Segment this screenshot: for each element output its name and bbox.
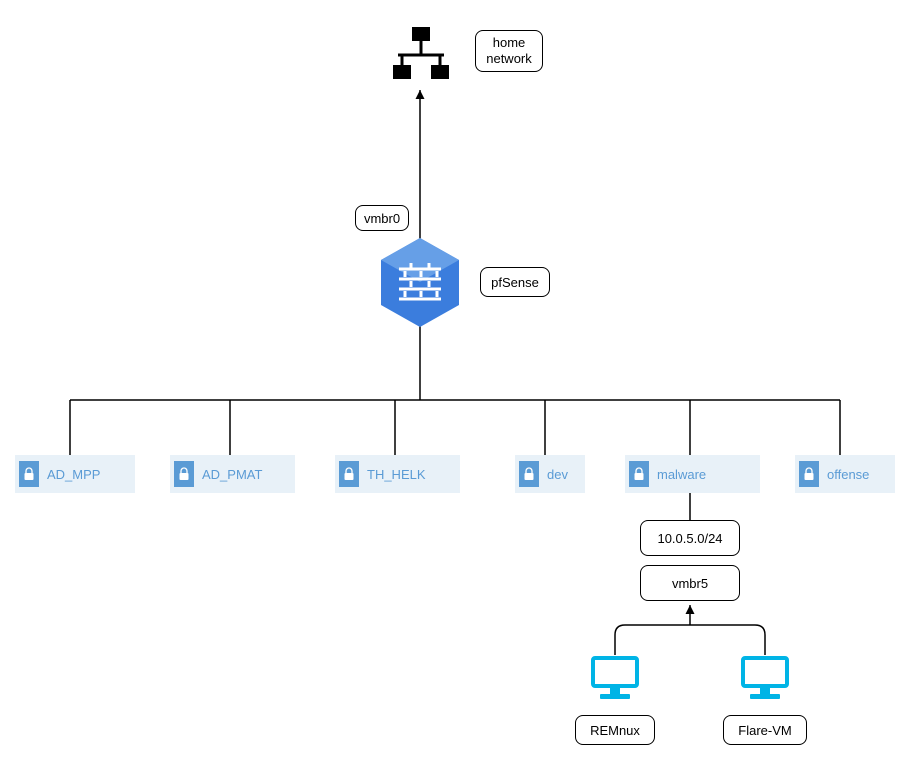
network-ad-mpp: AD_MPP xyxy=(15,455,135,493)
subnet-label: 10.0.5.0/24 xyxy=(640,520,740,556)
network-label: TH_HELK xyxy=(367,467,426,482)
network-th-helk: TH_HELK xyxy=(335,455,460,493)
lock-icon xyxy=(174,461,194,487)
network-ad-pmat: AD_PMAT xyxy=(170,455,295,493)
home-network-label: home network xyxy=(475,30,543,72)
lock-icon xyxy=(339,461,359,487)
network-dev: dev xyxy=(515,455,585,493)
bridge5-label: vmbr5 xyxy=(640,565,740,601)
vm-flarevm-label: Flare-VM xyxy=(723,715,807,745)
monitor-icon-remnux xyxy=(590,655,640,706)
lock-icon xyxy=(519,461,539,487)
network-label: dev xyxy=(547,467,568,482)
lock-icon xyxy=(799,461,819,487)
pfsense-label: pfSense xyxy=(480,267,550,297)
network-label: offense xyxy=(827,467,869,482)
vm-remnux-label: REMnux xyxy=(575,715,655,745)
network-label: AD_PMAT xyxy=(202,467,262,482)
network-malware: malware xyxy=(625,455,760,493)
lock-icon xyxy=(629,461,649,487)
network-icon xyxy=(388,25,452,90)
network-label: malware xyxy=(657,467,706,482)
network-offense: offense xyxy=(795,455,895,493)
lock-icon xyxy=(19,461,39,487)
monitor-icon-flarevm xyxy=(740,655,790,706)
firewall-icon xyxy=(377,235,463,335)
network-label: AD_MPP xyxy=(47,467,100,482)
bridge0-label: vmbr0 xyxy=(355,205,409,231)
